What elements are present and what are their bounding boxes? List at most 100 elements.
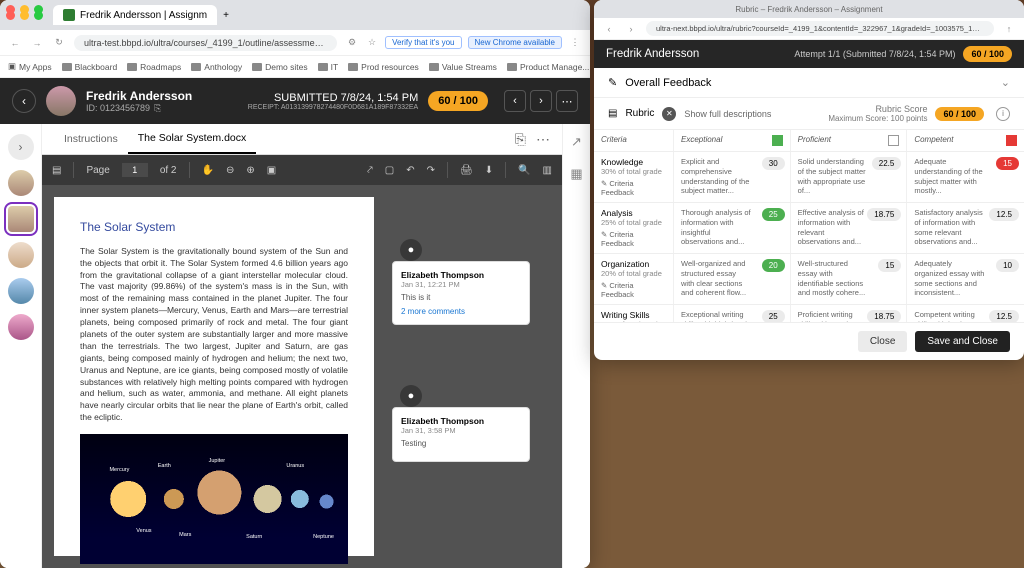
rubric-cell[interactable]: Adequate understanding of the subject ma… [907, 152, 1024, 202]
rubric-cell[interactable]: Effective analysis of information with r… [791, 203, 908, 253]
fit-icon[interactable]: ▣ [267, 165, 276, 176]
collapse-icon[interactable] [772, 135, 783, 146]
rubric-cell[interactable]: Thorough analysis of information with in… [674, 203, 791, 253]
collapse-icon[interactable] [1006, 135, 1017, 146]
options-icon[interactable]: ⋯ [536, 131, 550, 148]
student-name: Fredrik Andersson [86, 89, 238, 103]
print-icon[interactable]: 🖨 [460, 165, 473, 176]
rubric-score-pill[interactable]: 60 / 100 [963, 46, 1012, 62]
back-button[interactable]: ← [8, 36, 22, 50]
cell-score: 25 [762, 310, 785, 322]
prev-student-button[interactable]: ‹ [504, 90, 526, 112]
expand-icon[interactable]: ↗ [571, 134, 582, 150]
star-icon[interactable]: ☆ [365, 36, 379, 50]
save-close-button[interactable]: Save and Close [915, 331, 1010, 352]
comment-marker-icon[interactable]: ● [400, 239, 422, 261]
comment-body: Testing [401, 439, 521, 448]
rubric-cell[interactable]: Well-organized and structured essay with… [674, 254, 791, 304]
tab-instructions[interactable]: Instructions [54, 125, 128, 153]
sidebar-toggle-icon[interactable]: ▤ [52, 165, 61, 176]
toggle-descriptions[interactable]: ✕ [662, 107, 676, 121]
rail-avatar-2-selected[interactable] [8, 206, 34, 232]
rail-avatar-4[interactable] [8, 278, 34, 304]
reload-button[interactable]: ↻ [52, 36, 66, 50]
pan-icon[interactable]: ✋ [202, 165, 214, 176]
rubric-cell[interactable]: Competent writing skills with basic gram… [907, 305, 1024, 322]
url-input[interactable]: ultra-test.bbpd.io/ultra/courses/_4199_1… [74, 35, 337, 51]
criteria-cell: Analysis25% of total grade✎ Criteria Fee… [594, 203, 674, 253]
score-pill[interactable]: 60 / 100 [428, 91, 488, 111]
back-circle-button[interactable]: ‹ [12, 89, 36, 113]
bookmark-item[interactable]: IT [318, 62, 339, 72]
menu-icon[interactable]: ⋮ [568, 36, 582, 50]
apps-bookmark[interactable]: ▣ My Apps [8, 61, 52, 72]
rubric-cell[interactable]: Proficient writing skills with good gram… [791, 305, 908, 322]
download-icon[interactable]: ⎘ [515, 131, 526, 148]
redo-icon[interactable]: ↷ [427, 165, 435, 176]
back-button[interactable]: ‹ [602, 22, 616, 36]
forward-button[interactable]: → [30, 36, 44, 50]
info-icon[interactable]: i [996, 107, 1010, 121]
tab-document[interactable]: The Solar System.docx [128, 124, 257, 154]
bookmark-item[interactable]: Anthology [191, 62, 242, 72]
comment-more-link[interactable]: 2 more comments [401, 307, 521, 316]
rubric-label: Rubric [625, 108, 654, 119]
zoom-in-icon[interactable]: ⊕ [246, 165, 254, 176]
student-avatar[interactable] [46, 86, 76, 116]
thumbnails-icon[interactable]: ▥ [543, 165, 552, 176]
criteria-feedback-link[interactable]: ✎ Criteria Feedback [601, 281, 666, 299]
verify-chip[interactable]: Verify that it's you [385, 36, 461, 49]
share-icon[interactable]: ↑ [1002, 22, 1016, 36]
browser-tab[interactable]: Fredrik Andersson | Assignm [53, 5, 217, 25]
zoom-out-icon[interactable]: ⊖ [226, 165, 234, 176]
collapse-icon[interactable] [888, 135, 899, 146]
new-chrome-chip[interactable]: New Chrome available [468, 36, 562, 49]
header-criteria: Criteria [594, 130, 674, 151]
download-pdf-icon[interactable]: ⬇ [485, 165, 493, 176]
forward-button[interactable]: › [624, 22, 638, 36]
page-input[interactable] [122, 163, 148, 177]
rubric-cell[interactable]: Adequately organized essay with some sec… [907, 254, 1024, 304]
bookmark-item[interactable]: Product Manage... [507, 62, 589, 72]
rubric-cell[interactable]: Well-structured essay with identifiable … [791, 254, 908, 304]
pdf-canvas[interactable]: The Solar System The Solar System is the… [42, 185, 562, 568]
rubric-cell[interactable]: Satisfactory analysis of information wit… [907, 203, 1024, 253]
criteria-feedback-link[interactable]: ✎ Criteria Feedback [601, 230, 666, 248]
new-tab-button[interactable]: + [223, 10, 229, 21]
copy-icon[interactable]: ⎘ [154, 103, 161, 114]
comment-marker-icon[interactable]: ● [400, 385, 422, 407]
comment-tool-icon[interactable]: ▢ [385, 165, 394, 176]
rail-next-button[interactable]: › [8, 134, 34, 160]
bookmark-item[interactable]: Roadmaps [127, 62, 181, 72]
rubric-row: Organization20% of total grade✎ Criteria… [594, 254, 1024, 305]
bookmark-item[interactable]: Prod resources [348, 62, 419, 72]
grid-icon[interactable]: ▦ [570, 166, 582, 182]
next-student-button[interactable]: › [530, 90, 552, 112]
bookmark-item[interactable]: Value Streams [429, 62, 497, 72]
rail-avatar-1[interactable] [8, 170, 34, 196]
chevron-down-icon[interactable]: ⌄ [1001, 76, 1010, 89]
rubric-url-bar: ‹ › ultra-next.bbpd.io/ultra/rubric?cour… [594, 18, 1024, 40]
close-button[interactable]: Close [858, 331, 908, 352]
rail-avatar-3[interactable] [8, 242, 34, 268]
rubric-cell[interactable]: Explicit and comprehensive understanding… [674, 152, 791, 202]
bookmark-item[interactable]: Demo sites [252, 62, 308, 72]
bookmark-item[interactable]: Blackboard [62, 62, 118, 72]
url-input[interactable]: ultra-next.bbpd.io/ultra/rubric?courseId… [646, 21, 994, 36]
show-full-label: Show full descriptions [684, 109, 771, 119]
rubric-cell[interactable]: Solid understanding of the subject matte… [791, 152, 908, 202]
more-menu-button[interactable]: ⋯ [556, 90, 578, 112]
criteria-feedback-link[interactable]: ✎ Criteria Feedback [601, 179, 666, 197]
rail-avatar-5[interactable] [8, 314, 34, 340]
comment-card[interactable]: Elizabeth Thompson Jan 31, 3:58 PM Testi… [392, 407, 530, 462]
search-icon[interactable]: 🔍 [518, 165, 530, 176]
planet-label: Neptune [313, 534, 334, 542]
undo-icon[interactable]: ↶ [406, 165, 414, 176]
extensions-icon[interactable]: ⚙ [345, 36, 359, 50]
overall-feedback-row[interactable]: ✎ Overall Feedback ⌄ [594, 68, 1024, 98]
comment-card[interactable]: Elizabeth Thompson Jan 31, 12:21 PM This… [392, 261, 530, 325]
criteria-name: Writing Skills [601, 310, 666, 320]
share-icon[interactable]: ⤤ [367, 165, 373, 176]
rubric-cell[interactable]: Exceptional writing skills with high-lev… [674, 305, 791, 322]
cell-score: 12.5 [989, 208, 1019, 221]
